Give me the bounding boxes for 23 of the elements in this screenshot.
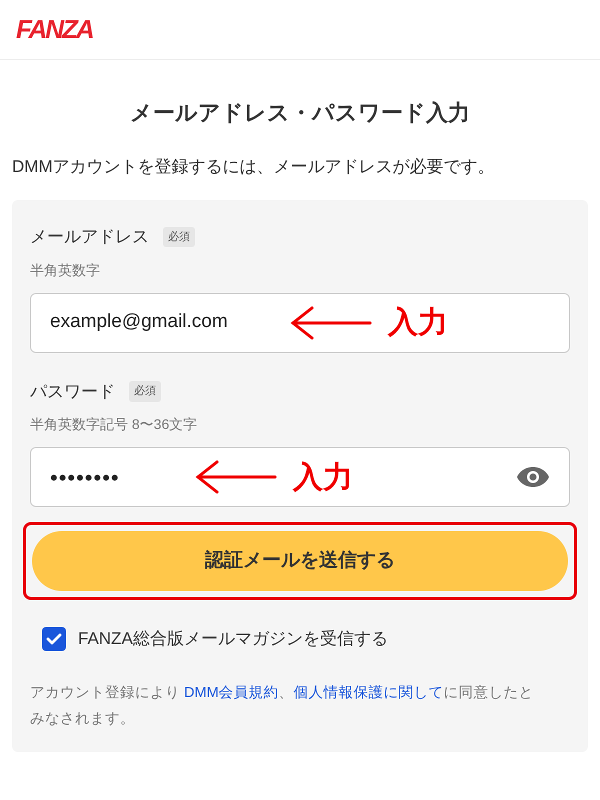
page-title: メールアドレス・パスワード入力 [129,99,471,127]
terms-link[interactable]: 個人情報保護に関して [294,684,444,700]
field-label: メールアドレス [30,226,149,248]
field-hint: 半角英数字 [30,260,101,280]
field-value: •••••••• [50,464,121,492]
logo[interactable]: FANZA [16,10,93,49]
required-badge: 必須 [129,381,161,402]
terms-text: アカウント登録により DMM会員規約、個人情報保護に関して に同意したとみなされます。 [30,684,535,728]
field-hint: 半角英数字記号 8〜36文字 [30,415,198,434]
required-badge: 必須 [163,226,195,247]
eye-icon[interactable] [516,466,550,488]
annotation-text: 入力 [388,305,448,341]
terms-link[interactable]: DMM会員規約 [184,684,279,700]
annotation-text: 入力 [293,460,353,496]
intro-text: DMMアカウントを登録するには、メールアドレスが必要です。 [12,156,496,178]
check-icon [46,632,62,645]
field-label: パスワード [30,380,115,402]
password-field[interactable]: •••••••• 入力 [30,447,570,507]
field-value: example@gmail.com [50,310,229,334]
newsletter-label: FANZA総合版メールマガジンを受信する [78,628,388,650]
send-verification-button[interactable]: 認証メールを送信する [32,531,568,591]
newsletter-checkbox[interactable] [42,626,66,651]
email-field[interactable]: example@gmail.com 入力 [30,292,570,352]
